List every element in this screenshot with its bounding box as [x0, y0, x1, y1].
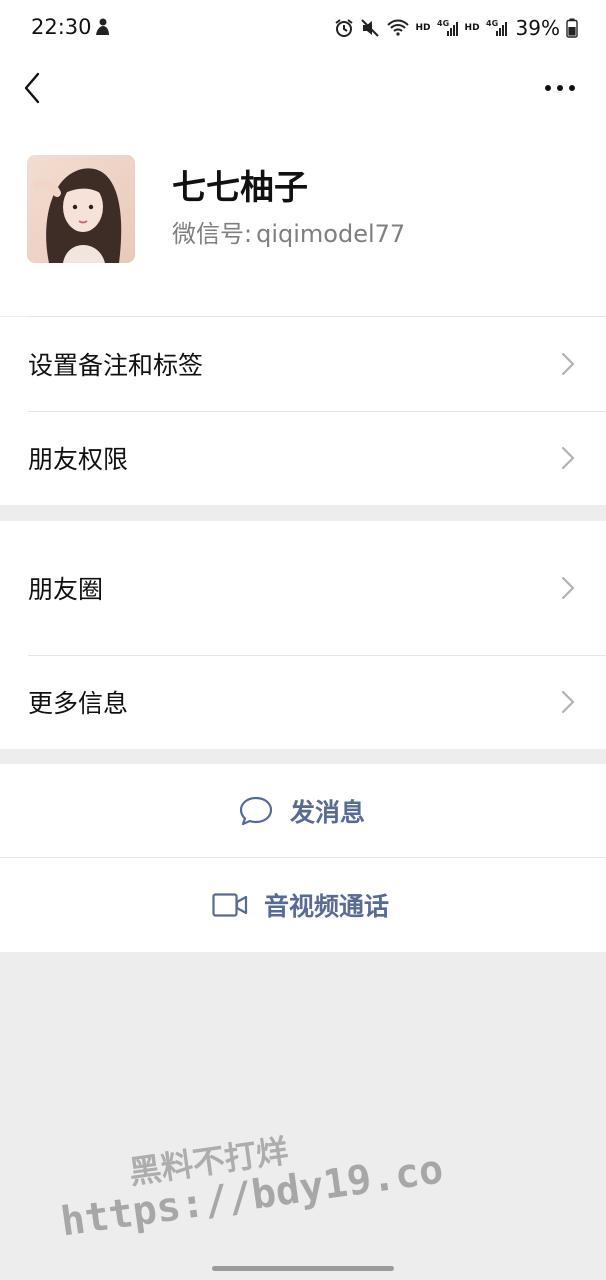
chevron-right-icon	[561, 446, 575, 470]
signal-icon-2: 4G	[486, 19, 507, 36]
wechat-id-value: qiqimodel77	[256, 220, 406, 248]
app-notification-icon	[96, 18, 109, 35]
svg-text:4G: 4G	[486, 19, 498, 28]
contact-profile-screen: 22:30 HD 4G HD 4G 39% 七七柚子 微信号: qiqimode…	[0, 0, 606, 1280]
menu-item-friend-permissions[interactable]: 朋友权限	[0, 411, 606, 505]
send-message-label: 发消息	[290, 798, 366, 827]
menu-item-remark-tags[interactable]: 设置备注和标签	[0, 317, 606, 411]
profile-header: 七七柚子 微信号: qiqimodel77	[0, 120, 606, 317]
mute-icon	[360, 19, 379, 37]
alarm-icon	[334, 19, 353, 37]
menu-item-label: 朋友圈	[28, 575, 104, 604]
video-call-button[interactable]: 音视频通话	[0, 858, 606, 952]
more-dots-icon[interactable]	[540, 76, 580, 100]
send-message-content: 发消息	[238, 764, 365, 858]
menu-item-label: 更多信息	[28, 689, 129, 718]
chevron-right-icon	[561, 576, 575, 600]
wifi-icon	[386, 19, 409, 36]
hd-label-2: HD	[464, 22, 480, 33]
wechat-id-label: 微信号:	[172, 220, 253, 248]
back-chevron-icon[interactable]	[18, 68, 48, 108]
menu-item-moments[interactable]: 朋友圈	[0, 521, 606, 655]
video-camera-icon	[212, 893, 248, 917]
signal-icon: 4G	[437, 19, 458, 36]
video-call-content: 音视频通话	[212, 858, 389, 952]
chevron-right-icon	[561, 352, 575, 376]
send-message-button[interactable]: 发消息	[0, 764, 606, 858]
battery-percent: 39%	[515, 16, 560, 40]
video-call-label: 音视频通话	[264, 892, 390, 921]
avatar[interactable]	[27, 155, 135, 263]
chat-bubble-icon	[239, 796, 273, 826]
battery-icon	[566, 18, 578, 38]
chevron-right-icon	[561, 690, 575, 714]
svg-text:4G: 4G	[437, 19, 449, 28]
hd-label: HD	[415, 22, 431, 33]
menu-item-label: 朋友权限	[28, 445, 129, 474]
menu-group-2: 朋友圈 更多信息	[0, 521, 606, 749]
nav-bar	[0, 56, 606, 120]
menu-group-1: 设置备注和标签 朋友权限	[0, 317, 606, 505]
menu-item-more-info[interactable]: 更多信息	[0, 655, 606, 749]
status-time: 22:30	[31, 15, 92, 39]
contact-name: 七七柚子	[172, 168, 308, 208]
status-icons: HD 4G HD 4G 39%	[334, 12, 578, 44]
wechat-id-row: 微信号: qiqimodel77	[172, 214, 405, 249]
menu-item-label: 设置备注和标签	[28, 351, 204, 380]
status-bar: 22:30 HD 4G HD 4G 39%	[0, 0, 606, 56]
home-indicator[interactable]	[212, 1266, 394, 1271]
